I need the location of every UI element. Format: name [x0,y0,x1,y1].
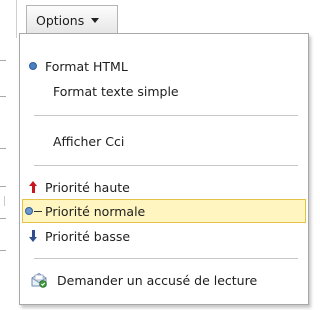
options-menu: Format HTML Format texte simple Afficher… [19,33,309,305]
chevron-down-icon [91,17,100,23]
page-edge-tick [0,218,6,219]
menu-item-priorite-basse[interactable]: Priorité basse [21,224,307,248]
page-edge-tick [0,60,6,61]
menu-separator [34,165,298,166]
menu-separator [34,115,298,116]
menu-item-label: Format texte simple [53,83,179,99]
radio-selected-icon [29,62,37,70]
menu-item-label: Priorité haute [45,179,130,195]
arrow-up-icon [28,181,38,193]
page-edge-tick [0,186,6,187]
menu-item-label: Demander un accusé de lecture [57,272,258,288]
menu-item-afficher-cci[interactable]: Afficher Cci [21,129,307,153]
options-dropdown-button[interactable]: Options [26,5,118,34]
menu-item-label: Priorité basse [45,228,131,244]
page-edge-tick [0,250,6,251]
page-edge-line [16,0,17,38]
menu-item-label: Afficher Cci [53,133,125,149]
menu-item-priorite-normale[interactable]: Priorité normale [22,199,306,223]
menu-item-format-texte-simple[interactable]: Format texte simple [21,79,307,103]
menu-item-priorite-haute[interactable]: Priorité haute [21,175,307,199]
menu-item-format-html[interactable]: Format HTML [21,54,307,78]
arrow-down-icon [28,230,38,242]
read-receipt-icon [31,272,47,288]
page-edge-line [4,196,5,206]
options-label: Options [36,12,85,28]
menu-item-accuse-de-lecture[interactable]: Demander un accusé de lecture [21,268,307,292]
page-edge-tick [0,148,6,149]
menu-separator [34,258,298,259]
normal-priority-icon [25,207,42,215]
page-edge-tick [0,96,6,97]
menu-item-label: Priorité normale [45,203,146,219]
menu-item-label: Format HTML [45,58,128,74]
